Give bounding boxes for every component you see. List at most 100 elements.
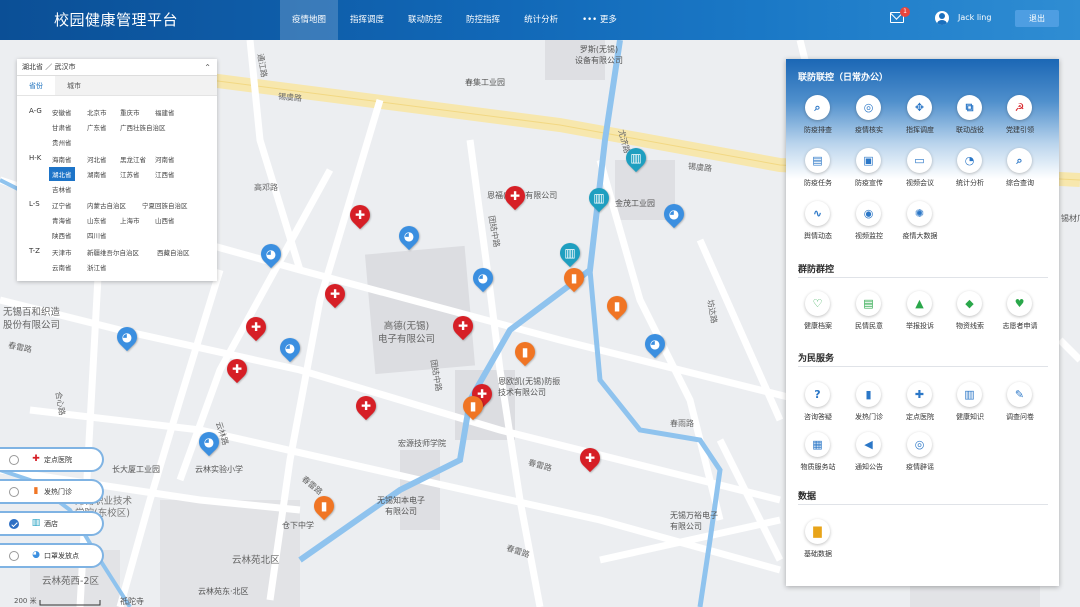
function-tile[interactable]: ▇ 基础数据 — [792, 519, 844, 565]
province-option[interactable]: 浙江省 — [87, 262, 107, 272]
function-tile[interactable]: ▭ 视频会议 — [894, 148, 946, 194]
province-option[interactable]: 河南省 — [155, 154, 175, 164]
function-tile[interactable]: ▲ 举报投诉 — [894, 291, 946, 337]
province-option[interactable]: 甘肃省 — [52, 122, 72, 132]
hospital-pin[interactable]: ✚ — [500, 181, 530, 211]
function-tile[interactable]: ♡ 健康档案 — [792, 291, 844, 337]
function-tile[interactable]: ✎ 调查问卷 — [994, 382, 1046, 428]
province-option[interactable]: 山西省 — [155, 215, 175, 225]
function-tile[interactable]: ◆ 物资线索 — [944, 291, 996, 337]
function-tile[interactable]: ◉ 视频监控 — [843, 201, 895, 247]
hospital-pin[interactable]: ✚ — [345, 200, 375, 230]
mask-point-pin[interactable]: ◕ — [275, 333, 305, 363]
mask-point-pin[interactable]: ◕ — [194, 427, 224, 457]
hotel-pin[interactable]: ▥ — [621, 143, 651, 173]
province-option[interactable]: 宁夏回族自治区 — [142, 200, 188, 210]
province-option[interactable]: 吉林省 — [52, 184, 72, 194]
province-option[interactable]: 贵州省 — [52, 137, 72, 147]
mask-point-pin[interactable]: ◕ — [640, 329, 670, 359]
hospital-pin[interactable]: ✚ — [222, 354, 252, 384]
function-tile[interactable]: ⌕ 综合查询 — [994, 148, 1046, 194]
function-tile[interactable]: ▤ 防疫任务 — [792, 148, 844, 194]
province-option[interactable]: 辽宁省 — [52, 200, 72, 210]
province-option[interactable]: 黑龙江省 — [120, 154, 146, 164]
username[interactable]: Jack ling — [958, 13, 991, 22]
hotel-pin[interactable]: ▥ — [555, 238, 585, 268]
function-tile[interactable]: ✥ 指挥调度 — [894, 95, 946, 141]
province-option[interactable]: 福建省 — [155, 107, 175, 117]
logout-button[interactable]: 退出 — [1015, 10, 1059, 27]
tab-city[interactable]: 城市 — [55, 76, 93, 95]
function-tile[interactable]: ✚ 定点医院 — [894, 382, 946, 428]
nav-statistics[interactable]: 统计分析 — [512, 0, 570, 40]
function-tile[interactable]: ◎ 疫情核实 — [843, 95, 895, 141]
fever-clinic-pin[interactable]: ▮ — [458, 391, 488, 421]
chevron-up-icon[interactable]: ⌃ — [204, 59, 211, 76]
checked-radio-button[interactable] — [9, 519, 19, 529]
hospital-pin[interactable]: ✚ — [351, 391, 381, 421]
legend-fever-toggle[interactable]: ▮ 发热门诊 — [0, 479, 104, 504]
legend-mask-toggle[interactable]: ◕ 口罩发放点 — [0, 543, 104, 568]
function-tile[interactable]: ⌕ 防疫排查 — [792, 95, 844, 141]
province-option[interactable]: 青海省 — [52, 215, 72, 225]
hotel-pin[interactable]: ▥ — [584, 183, 614, 213]
mask-point-pin[interactable]: ◕ — [468, 263, 498, 293]
province-option[interactable]: 湖南省 — [87, 169, 107, 179]
province-option[interactable]: 四川省 — [87, 230, 107, 240]
tab-province[interactable]: 省份 — [17, 76, 55, 95]
province-option[interactable]: 重庆市 — [120, 107, 140, 117]
function-tile[interactable]: ✺ 疫情大数据 — [894, 201, 946, 247]
province-option[interactable]: 海南省 — [52, 154, 72, 164]
function-tile[interactable]: ▤ 民情民意 — [843, 291, 895, 337]
function-tile[interactable]: ◔ 统计分析 — [944, 148, 996, 194]
nav-epidemic-map[interactable]: 疫情地图 — [280, 0, 339, 40]
radio-button[interactable] — [9, 551, 19, 561]
province-option[interactable]: 山东省 — [87, 215, 107, 225]
legend-hospital-toggle[interactable]: ✚ 定点医院 — [0, 447, 104, 472]
hospital-pin[interactable]: ✚ — [575, 443, 605, 473]
province-option[interactable]: 北京市 — [87, 107, 107, 117]
mask-point-pin[interactable]: ◕ — [659, 199, 689, 229]
function-tile[interactable]: ▮ 发热门诊 — [843, 382, 895, 428]
hospital-pin[interactable]: ✚ — [241, 312, 271, 342]
radio-button[interactable] — [9, 455, 19, 465]
function-tile[interactable]: ◎ 疫情辟谣 — [894, 432, 946, 478]
province-option[interactable]: 江苏省 — [120, 169, 140, 179]
province-option[interactable]: 湖北省 — [49, 167, 75, 181]
province-option[interactable]: 广东省 — [87, 122, 107, 132]
fever-clinic-pin[interactable]: ▮ — [559, 263, 589, 293]
nav-more[interactable]: ••• 更多 — [570, 0, 629, 40]
province-option[interactable]: 西藏自治区 — [157, 247, 190, 257]
user-avatar-icon[interactable] — [935, 11, 949, 25]
function-tile[interactable]: ⧉ 联动战役 — [944, 95, 996, 141]
province-option[interactable]: 上海市 — [120, 215, 140, 225]
mask-point-pin[interactable]: ◕ — [256, 239, 286, 269]
function-tile[interactable]: ▦ 物质服务站 — [792, 432, 844, 478]
function-tile[interactable]: ☭ 党建引领 — [994, 95, 1046, 141]
province-option[interactable]: 陕西省 — [52, 230, 72, 240]
province-option[interactable]: 广西壮族自治区 — [120, 122, 166, 132]
province-breadcrumb[interactable]: 湖北省 ／ 武汉市 ⌃ — [17, 59, 217, 76]
hospital-pin[interactable]: ✚ — [448, 311, 478, 341]
mask-point-pin[interactable]: ◕ — [112, 322, 142, 352]
function-tile[interactable]: ▥ 健康知识 — [944, 382, 996, 428]
fever-clinic-pin[interactable]: ▮ — [602, 291, 632, 321]
province-option[interactable]: 河北省 — [87, 154, 107, 164]
function-tile[interactable]: ♥ 志愿者申请 — [994, 291, 1046, 337]
nav-command-dispatch[interactable]: 指挥调度 — [338, 0, 396, 40]
fever-clinic-pin[interactable]: ▮ — [510, 337, 540, 367]
hospital-pin[interactable]: ✚ — [320, 279, 350, 309]
mask-point-pin[interactable]: ◕ — [394, 221, 424, 251]
function-tile[interactable]: ◀ 通知公告 — [843, 432, 895, 478]
province-option[interactable]: 天津市 — [52, 247, 72, 257]
radio-button[interactable] — [9, 487, 19, 497]
function-tile[interactable]: ▣ 防疫宣传 — [843, 148, 895, 194]
province-option[interactable]: 云南省 — [52, 262, 72, 272]
province-option[interactable]: 新疆维吾尔自治区 — [87, 247, 139, 257]
function-tile[interactable]: ∿ 舆情动态 — [792, 201, 844, 247]
nav-prevention-command[interactable]: 防控指挥 — [454, 0, 512, 40]
legend-hotel-toggle[interactable]: ▥ 酒店 — [0, 511, 104, 536]
function-tile[interactable]: ? 咨询答疑 — [792, 382, 844, 428]
fever-clinic-pin[interactable]: ▮ — [309, 491, 339, 521]
province-option[interactable]: 安徽省 — [52, 107, 72, 117]
